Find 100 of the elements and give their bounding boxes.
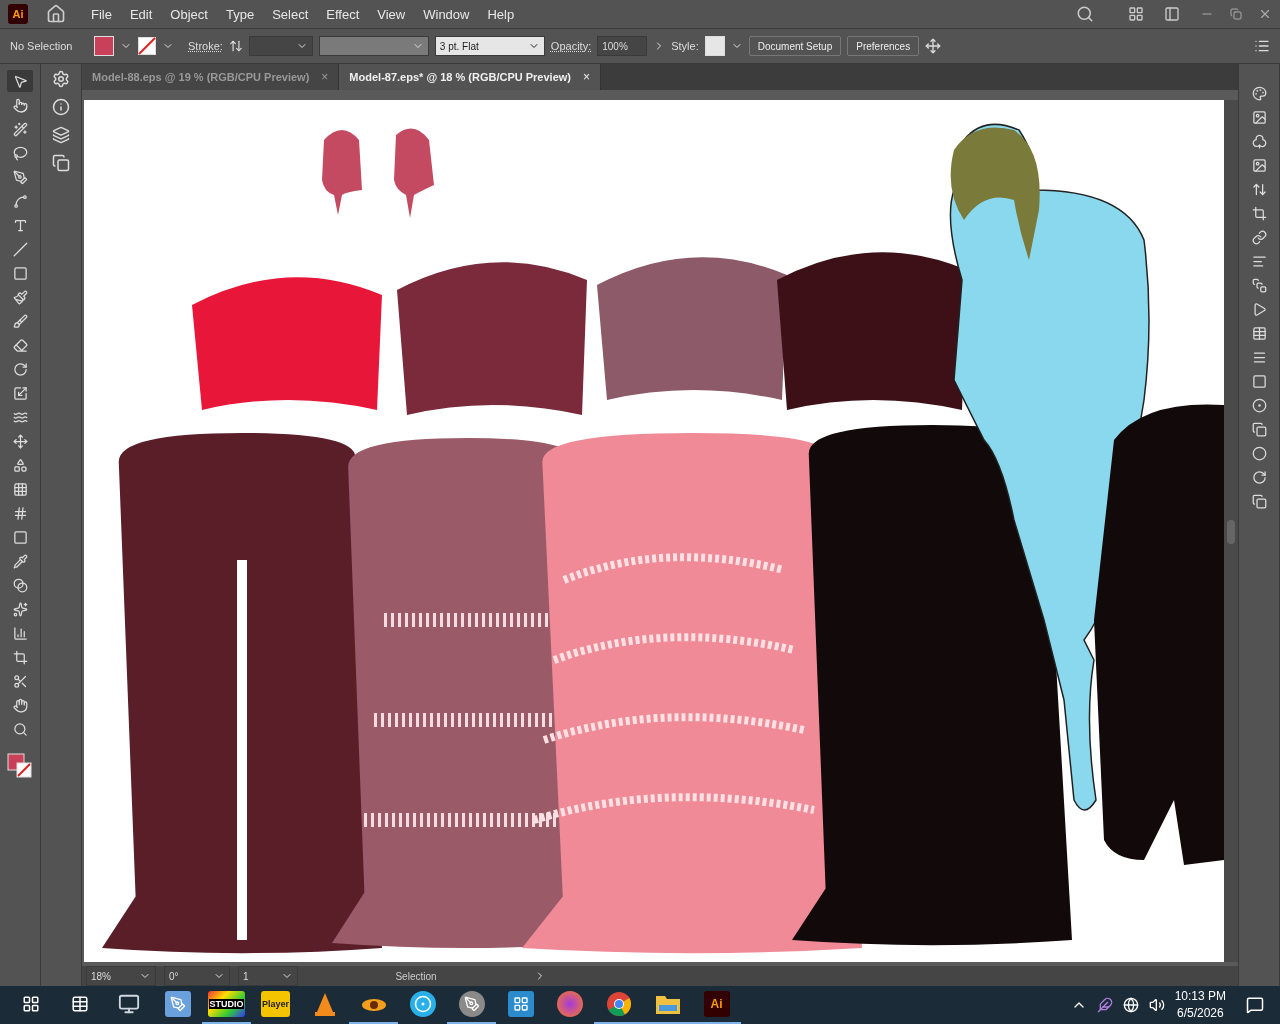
info-icon[interactable] [52, 98, 70, 116]
curve-tool-icon [12, 193, 28, 209]
menu-item[interactable]: Help [480, 6, 522, 22]
folder-icon [654, 993, 681, 1015]
clock-date[interactable]: 6/5/2026 [1176, 1005, 1224, 1022]
settings-icon[interactable] [52, 70, 70, 88]
rotation-dropdown[interactable]: 0° [164, 966, 230, 986]
select-tool-button[interactable] [7, 70, 33, 92]
panel-icon[interactable] [1164, 6, 1180, 22]
blend-tool-icon [12, 577, 28, 593]
menu-item[interactable]: Effect [319, 6, 367, 22]
style-swatch[interactable] [704, 36, 725, 56]
zoom-dropdown[interactable]: 18% [86, 966, 156, 986]
menu-item[interactable]: File [84, 6, 119, 22]
panel-icon[interactable] [1251, 350, 1267, 365]
opacity-label: Opacity: [550, 40, 592, 52]
artboard-tool-icon [12, 649, 28, 665]
menu-item[interactable]: Window [416, 6, 477, 22]
scrollbar-thumb[interactable] [1227, 520, 1235, 544]
app-logo: Ai [8, 4, 28, 24]
toolbar-button[interactable]: Preferences [847, 36, 920, 56]
panel-icon[interactable] [1251, 278, 1267, 293]
menu-item[interactable]: Object [163, 6, 215, 22]
artboard-dropdown[interactable]: 1 [238, 966, 298, 986]
brush-dropdown[interactable]: 3 pt. Flat [434, 36, 545, 56]
fill-swatch[interactable] [94, 36, 114, 56]
panel-icon[interactable] [1251, 230, 1267, 245]
grid-icon [512, 996, 529, 1012]
taskbar-app-button[interactable]: STUDIO [202, 986, 251, 1024]
shape-tool-icon [12, 457, 28, 473]
windows-logo-icon [21, 995, 40, 1013]
symbol-tool-icon [12, 601, 28, 617]
artboards-icon[interactable] [52, 154, 70, 172]
menu-item[interactable]: Select [265, 6, 316, 22]
mesh-tool-icon [12, 505, 28, 521]
style-label: Style: [671, 40, 699, 52]
selection-label: No Selection [10, 40, 74, 52]
fill-stroke-icon[interactable] [6, 752, 34, 780]
panel-icon[interactable] [1251, 206, 1267, 221]
restore-icon[interactable] [1230, 8, 1242, 20]
close-icon[interactable] [1258, 7, 1272, 21]
panel-icon[interactable] [1251, 254, 1267, 269]
transform-tool-icon [12, 433, 28, 449]
volume-icon[interactable] [1148, 997, 1165, 1013]
eyedropper-tool-icon [12, 553, 28, 569]
panel-icon[interactable] [1251, 326, 1267, 341]
gradient-tool-icon [12, 529, 28, 545]
eraser-tool-icon [12, 337, 28, 353]
panel-icon[interactable] [1251, 134, 1267, 149]
stroke-label: Stroke: [188, 40, 223, 52]
document-tab[interactable]: Model-87.eps* @ 18 % (RGB/CPU Preview) × [339, 64, 601, 90]
status-tool-label: Selection [394, 970, 438, 982]
layers-icon[interactable] [52, 126, 70, 144]
panel-icon[interactable] [1251, 110, 1267, 125]
lasso-tool-icon [12, 145, 28, 161]
zoom-tool-icon [12, 721, 28, 737]
wand-tool-icon [12, 121, 28, 137]
panel-icon[interactable] [1251, 302, 1267, 317]
taskbar-app-button[interactable]: Player [251, 986, 300, 1024]
transform-icon[interactable] [925, 38, 942, 54]
opacity-field[interactable]: 100% [597, 36, 648, 56]
pen-tablet-icon [164, 991, 191, 1017]
rect-tool-icon [12, 265, 28, 281]
hand-tool-icon [12, 697, 28, 713]
brush-tool-icon [12, 289, 28, 305]
menu-item[interactable]: Type [218, 6, 262, 22]
panel-icon[interactable] [1251, 374, 1267, 389]
graph-tool-icon [12, 625, 28, 641]
menu-icon[interactable] [1254, 38, 1270, 54]
panel-icon[interactable] [1251, 158, 1267, 173]
panel-icon[interactable] [1251, 446, 1267, 461]
feather-icon[interactable] [1096, 997, 1113, 1013]
line-tool-icon [12, 241, 28, 257]
workspace-icon[interactable] [1128, 6, 1144, 22]
panel-icon[interactable] [1251, 182, 1267, 197]
blob-tool-icon [12, 313, 28, 329]
close-tab-button[interactable]: × [583, 70, 590, 84]
stroke-none-swatch[interactable] [138, 37, 156, 55]
stepper-icon[interactable] [228, 39, 243, 53]
select-tool-icon [12, 73, 28, 89]
variable-width-dropdown[interactable] [318, 36, 429, 56]
notifications-icon[interactable] [1246, 996, 1264, 1014]
panel-icon[interactable] [1251, 398, 1267, 413]
clock-time[interactable]: 10:13 PM [1174, 988, 1226, 1005]
menu-item[interactable]: View [370, 6, 413, 22]
search-icon[interactable] [1076, 5, 1094, 23]
home-icon[interactable] [46, 4, 66, 24]
panel-icon[interactable] [1251, 494, 1267, 509]
panel-icon[interactable] [1251, 470, 1267, 485]
menu-item[interactable]: Edit [122, 6, 160, 22]
player-app-icon: Player [261, 991, 290, 1017]
taskbar-app-button[interactable]: Ai [692, 986, 741, 1024]
rotate-tool-icon [12, 361, 28, 377]
monitor-icon [117, 993, 140, 1015]
toolbar-button[interactable]: Document Setup [748, 36, 842, 56]
scale-tool-icon [12, 385, 28, 401]
network-icon[interactable] [1122, 997, 1139, 1013]
panel-icon[interactable] [1251, 86, 1267, 101]
panel-icon[interactable] [1251, 422, 1267, 437]
illustrator-app-icon: Ai [703, 991, 730, 1017]
